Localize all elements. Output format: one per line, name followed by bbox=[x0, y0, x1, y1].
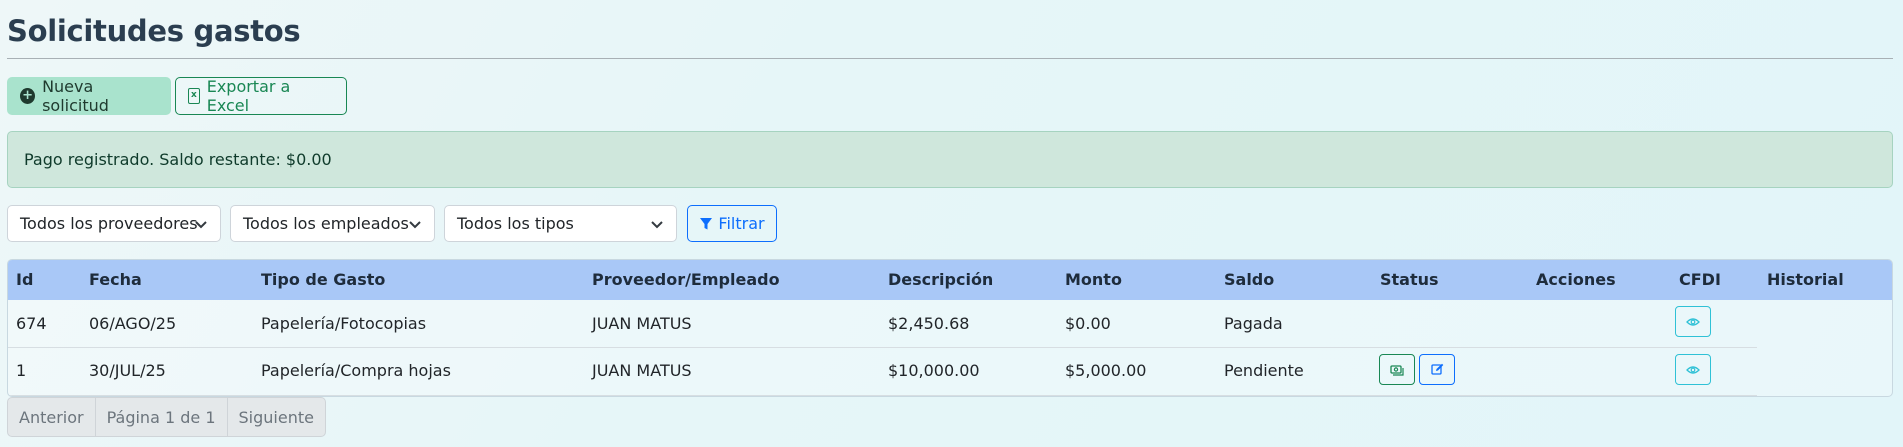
cell-monto: $5,000.00 bbox=[1065, 361, 1147, 380]
cell-id: 674 bbox=[16, 314, 47, 333]
export-excel-button[interactable]: x Exportar a Excel bbox=[175, 77, 347, 115]
eye-icon bbox=[1686, 365, 1700, 374]
edit-request-button[interactable] bbox=[1419, 354, 1455, 385]
edit-icon bbox=[1430, 363, 1443, 375]
cell-saldo: Pagada bbox=[1224, 314, 1283, 333]
cell-proveedor: JUAN MATUS bbox=[592, 361, 692, 380]
eye-icon bbox=[1686, 317, 1700, 326]
excel-file-icon: x bbox=[188, 88, 200, 104]
header-descripcion: Descripción bbox=[888, 270, 994, 289]
header-proveedor: Proveedor/Empleado bbox=[592, 270, 780, 289]
page-title: Solicitudes gastos bbox=[7, 14, 301, 48]
cell-descripcion: $2,450.68 bbox=[888, 314, 970, 333]
title-divider bbox=[7, 58, 1893, 59]
header-fecha: Fecha bbox=[89, 270, 142, 289]
funnel-icon bbox=[700, 217, 713, 229]
cell-saldo: Pendiente bbox=[1224, 361, 1304, 380]
filter-button[interactable]: Filtrar bbox=[687, 205, 777, 242]
expenses-table: Id Fecha Tipo de Gasto Proveedor/Emplead… bbox=[7, 259, 1893, 397]
chevron-down-icon bbox=[409, 221, 421, 229]
plus-circle-icon: + bbox=[20, 88, 36, 104]
header-id: Id bbox=[16, 270, 34, 289]
row-divider bbox=[8, 395, 1757, 396]
next-page-button[interactable]: Siguiente bbox=[228, 398, 325, 436]
header-acciones: Acciones bbox=[1536, 270, 1616, 289]
pagination: Anterior Página 1 de 1 Siguiente bbox=[7, 397, 326, 437]
cell-tipo: Papelería/Fotocopias bbox=[261, 314, 427, 333]
cell-proveedor: JUAN MATUS bbox=[592, 314, 692, 333]
filter-label: Filtrar bbox=[718, 214, 765, 233]
view-cfdi-button[interactable] bbox=[1675, 354, 1711, 385]
employee-select-value: Todos los empleados bbox=[243, 214, 409, 233]
alert-message: Pago registrado. Saldo restante: $0.00 bbox=[24, 150, 332, 169]
type-select[interactable]: Todos los tipos bbox=[444, 205, 677, 242]
cell-monto: $0.00 bbox=[1065, 314, 1111, 333]
cell-descripcion: $10,000.00 bbox=[888, 361, 980, 380]
new-request-button[interactable]: + Nueva solicitud bbox=[7, 77, 171, 115]
header-status: Status bbox=[1380, 270, 1439, 289]
view-cfdi-button[interactable] bbox=[1675, 306, 1711, 337]
cell-fecha: 06/AGO/25 bbox=[89, 314, 177, 333]
row-divider bbox=[8, 347, 1757, 348]
type-select-value: Todos los tipos bbox=[457, 214, 574, 233]
header-tipo: Tipo de Gasto bbox=[261, 270, 386, 289]
cash-icon bbox=[1390, 364, 1404, 376]
new-request-label: Nueva solicitud bbox=[42, 77, 109, 115]
chevron-down-icon bbox=[195, 221, 207, 229]
table-header: Id Fecha Tipo de Gasto Proveedor/Emplead… bbox=[8, 260, 1892, 300]
cell-id: 1 bbox=[16, 361, 27, 380]
header-saldo: Saldo bbox=[1224, 270, 1275, 289]
success-alert: Pago registrado. Saldo restante: $0.00 bbox=[7, 131, 1893, 188]
cell-fecha: 30/JUL/25 bbox=[89, 361, 166, 380]
chevron-down-icon bbox=[651, 221, 663, 229]
cell-tipo: Papelería/Compra hojas bbox=[261, 361, 451, 380]
export-excel-label: Exportar a Excel bbox=[206, 77, 291, 115]
page-indicator: Página 1 de 1 bbox=[96, 398, 228, 436]
header-historial: Historial bbox=[1767, 270, 1844, 289]
header-monto: Monto bbox=[1065, 270, 1122, 289]
prev-page-button[interactable]: Anterior bbox=[8, 398, 96, 436]
register-payment-button[interactable] bbox=[1379, 354, 1415, 385]
employee-select[interactable]: Todos los empleados bbox=[230, 205, 435, 242]
provider-select[interactable]: Todos los proveedores bbox=[7, 205, 221, 242]
header-cfdi: CFDI bbox=[1679, 270, 1721, 289]
provider-select-value: Todos los proveedores bbox=[20, 214, 198, 233]
